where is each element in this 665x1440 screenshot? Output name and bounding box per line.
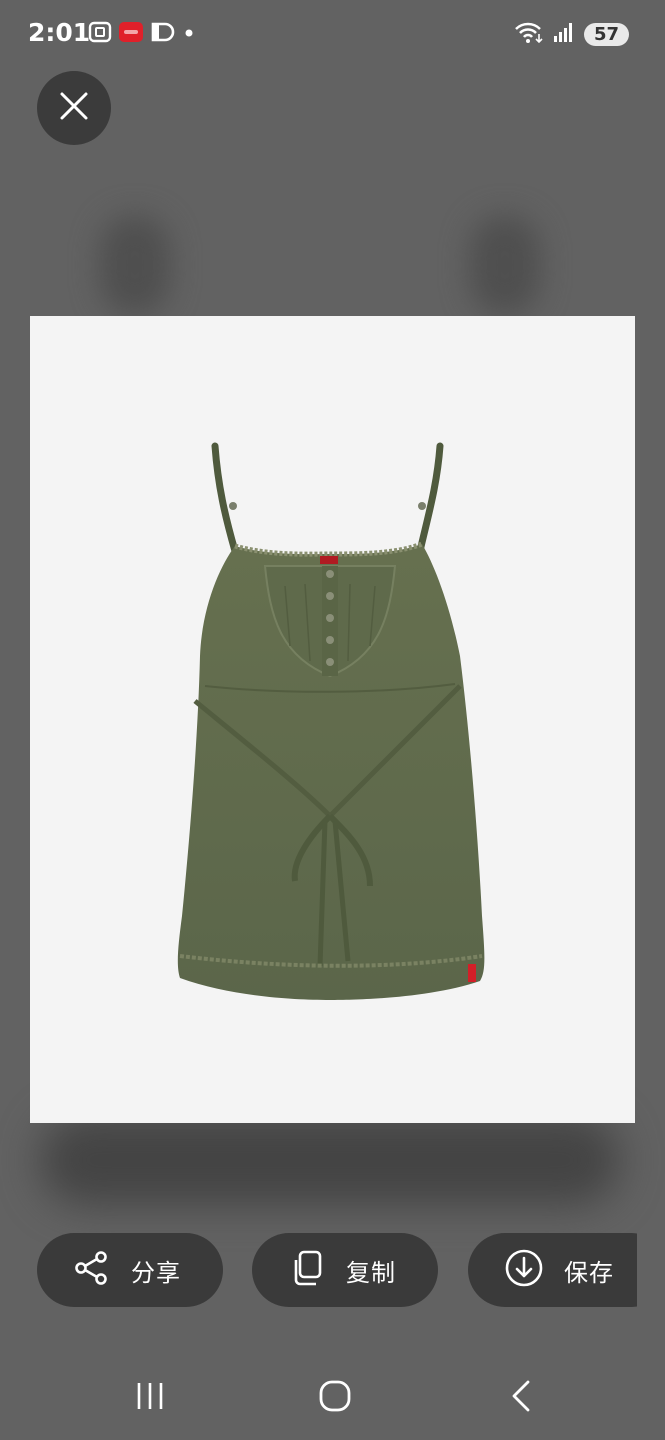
battery-icon: 57 <box>583 22 629 46</box>
product-image[interactable] <box>30 316 635 1123</box>
share-label: 分享 <box>131 1258 181 1287</box>
recent-apps-button[interactable] <box>120 1378 180 1418</box>
back-button[interactable] <box>492 1378 552 1418</box>
share-button[interactable]: 分享 <box>37 1233 223 1307</box>
screenshot-icon <box>88 20 112 48</box>
app-notification-icon <box>150 20 176 48</box>
wifi-icon <box>514 20 544 48</box>
signal-icon <box>552 20 576 48</box>
save-button[interactable]: 保存 <box>468 1233 637 1307</box>
backdrop-blur <box>470 215 540 315</box>
download-icon <box>504 1248 544 1292</box>
home-icon <box>319 1380 351 1416</box>
copy-button[interactable]: 复制 <box>252 1233 438 1307</box>
save-label: 保存 <box>564 1258 614 1287</box>
copy-icon <box>288 1249 326 1291</box>
app-notification-icon <box>118 20 144 48</box>
home-button[interactable] <box>305 1378 365 1418</box>
status-system-icons: 57 <box>514 20 629 48</box>
navigation-bar <box>0 1350 665 1440</box>
close-button[interactable] <box>37 71 111 145</box>
backdrop-blur <box>100 215 170 315</box>
share-icon <box>73 1249 111 1291</box>
back-icon <box>510 1380 534 1416</box>
status-bar: 2:01 57 <box>0 0 665 70</box>
status-time: 2:01 <box>28 18 91 47</box>
copy-label: 复制 <box>346 1258 396 1287</box>
dot-icon <box>182 20 196 48</box>
close-icon <box>59 91 89 125</box>
status-notification-icons <box>88 20 196 48</box>
action-bar: 分享 复制 保存 <box>37 1233 637 1307</box>
camisole-top-image <box>177 442 485 1000</box>
recent-apps-icon <box>134 1381 166 1415</box>
backdrop-blur <box>40 1115 620 1205</box>
